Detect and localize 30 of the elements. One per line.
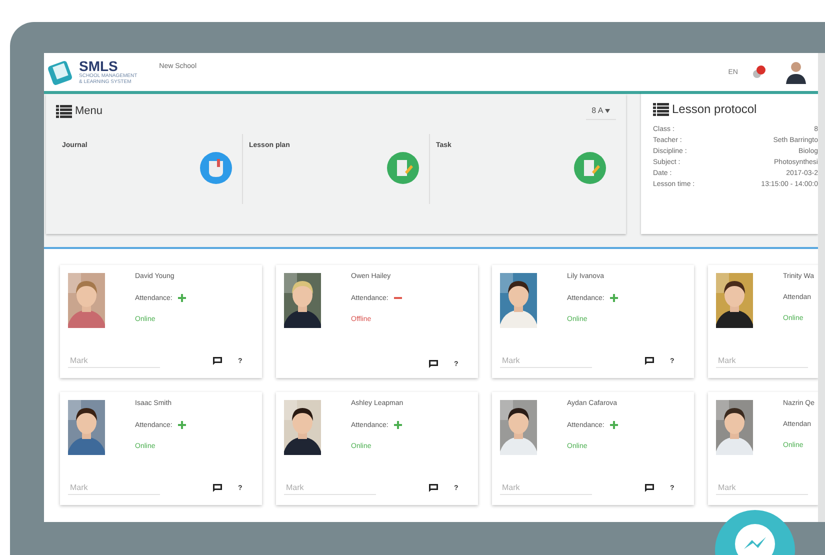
plus-icon[interactable] — [610, 294, 618, 302]
mark-field[interactable]: Mark — [284, 481, 376, 495]
mark-field[interactable]: Mark — [68, 354, 160, 368]
list-icon — [56, 104, 72, 118]
mark-field[interactable]: Mark — [716, 481, 808, 495]
mark-field[interactable]: Mark — [500, 354, 592, 368]
minus-icon[interactable] — [394, 294, 402, 302]
class-dropdown[interactable]: 8 A — [586, 102, 616, 120]
avatar-icon[interactable] — [786, 60, 806, 84]
panel-title: Menu — [75, 105, 103, 117]
plus-icon[interactable] — [178, 421, 186, 429]
plus-icon[interactable] — [178, 294, 186, 302]
mark-field[interactable]: Mark — [500, 481, 592, 495]
notification-icon[interactable] — [752, 65, 766, 79]
mark-field[interactable]: Mark — [68, 481, 160, 495]
mark-field[interactable]: Mark — [716, 354, 808, 368]
plus-icon[interactable] — [610, 421, 618, 429]
caret-icon — [605, 109, 610, 113]
comment-icon[interactable] — [213, 357, 222, 365]
logo-title: SMLS — [79, 59, 118, 73]
comment-icon[interactable] — [645, 357, 654, 365]
comment-icon[interactable] — [429, 360, 438, 368]
plus-icon[interactable] — [394, 421, 402, 429]
list-icon — [653, 102, 669, 116]
comment-icon[interactable] — [429, 484, 438, 492]
comment-icon[interactable] — [213, 484, 222, 492]
comment-icon[interactable] — [645, 484, 654, 492]
messenger-icon — [735, 524, 775, 555]
card-title: Lesson protocol — [672, 102, 757, 116]
scrollbar[interactable] — [818, 53, 825, 522]
